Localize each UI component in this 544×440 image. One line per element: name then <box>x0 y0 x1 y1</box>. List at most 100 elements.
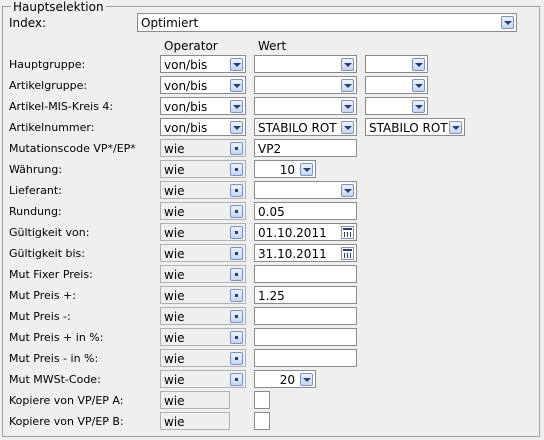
rundung-label: Rundung: <box>9 205 62 218</box>
mut-preis-plus-label: Mut Preis +: <box>9 289 76 302</box>
operator-value: wie <box>164 331 185 345</box>
hauptgruppe-to-select[interactable] <box>365 55 428 73</box>
chevron-down-icon[interactable] <box>449 121 462 134</box>
dot-button-icon[interactable] <box>230 331 243 344</box>
lieferant-label: Lieferant: <box>9 184 62 197</box>
mut-preis-plus-pct-input[interactable] <box>254 328 357 346</box>
dot-button-icon[interactable] <box>230 184 243 197</box>
artikel-mis-kreis-to-select[interactable] <box>365 97 428 115</box>
artikel-mis-kreis-operator-select[interactable]: von/bis <box>160 97 246 115</box>
operator-value: wie <box>164 205 185 219</box>
dot-button-icon[interactable] <box>230 205 243 218</box>
mutationscode-operator[interactable]: wie <box>160 139 246 157</box>
chevron-down-icon[interactable] <box>230 100 243 113</box>
chevron-down-icon[interactable] <box>501 16 514 29</box>
artikelnummer-from-select[interactable]: STABILO ROT <box>254 118 357 136</box>
artikelnummer-operator-select[interactable]: von/bis <box>160 118 246 136</box>
lieferant-operator[interactable]: wie <box>160 181 246 199</box>
chevron-down-icon[interactable] <box>412 58 425 71</box>
kopiere-a-checkbox[interactable] <box>254 391 270 409</box>
operator-value: wie <box>164 310 185 324</box>
dot-button-icon[interactable] <box>230 142 243 155</box>
index-label: Index: <box>9 16 47 30</box>
mut-fixer-preis-input[interactable] <box>254 265 357 283</box>
chevron-down-icon[interactable] <box>341 79 354 92</box>
mut-preis-plus-pct-operator[interactable]: wie <box>160 328 246 346</box>
rundung-input[interactable]: 0.05 <box>254 202 357 220</box>
waehrung-label: Währung: <box>9 163 63 176</box>
operator-value: wie <box>164 184 185 198</box>
input-value: 0.05 <box>258 205 285 219</box>
chevron-down-icon[interactable] <box>412 79 425 92</box>
mut-preis-plus-input[interactable]: 1.25 <box>254 286 357 304</box>
dot-button-icon[interactable] <box>230 352 243 365</box>
artikelgruppe-operator-select[interactable]: von/bis <box>160 76 246 94</box>
chevron-down-icon[interactable] <box>341 184 354 197</box>
operator-value: wie <box>164 163 185 177</box>
dot-button-icon[interactable] <box>230 268 243 281</box>
mut-preis-minus-operator[interactable]: wie <box>160 307 246 325</box>
mut-preis-minus-pct-input[interactable] <box>254 349 357 367</box>
chevron-down-icon[interactable] <box>230 79 243 92</box>
input-value: 1.25 <box>258 289 285 303</box>
chevron-down-icon[interactable] <box>341 100 354 113</box>
waehrung-operator[interactable]: wie <box>160 160 246 178</box>
hauptgruppe-from-select[interactable] <box>254 55 357 73</box>
mut-fixer-preis-operator[interactable]: wie <box>160 265 246 283</box>
operator-value: wie <box>164 415 185 429</box>
operator-value: von/bis <box>164 79 208 93</box>
mut-preis-minus-input[interactable] <box>254 307 357 325</box>
mutationscode-input[interactable]: VP2 <box>254 139 357 157</box>
rundung-operator[interactable]: wie <box>160 202 246 220</box>
artikelgruppe-to-select[interactable] <box>365 76 428 94</box>
gueltigkeit-bis-date-field[interactable]: 31.10.2011 <box>254 244 357 262</box>
chevron-down-icon[interactable] <box>341 121 354 134</box>
dot-button-icon[interactable] <box>230 310 243 323</box>
dot-button-icon[interactable] <box>230 226 243 239</box>
mut-preis-minus-pct-operator[interactable]: wie <box>160 349 246 367</box>
artikelgruppe-from-select[interactable] <box>254 76 357 94</box>
gueltigkeit-von-label: Gültigkeit von: <box>9 226 90 239</box>
operator-value: von/bis <box>164 58 208 72</box>
chevron-down-icon[interactable] <box>300 163 313 176</box>
operator-value: wie <box>164 289 185 303</box>
lieferant-select[interactable] <box>254 181 357 199</box>
operator-value: wie <box>164 226 185 240</box>
kopiere-b-checkbox[interactable] <box>254 412 270 430</box>
artikelgruppe-label: Artikelgruppe: <box>9 79 88 92</box>
operator-value: wie <box>164 268 185 282</box>
chevron-down-icon[interactable] <box>230 121 243 134</box>
operator-value: wie <box>164 142 185 156</box>
mut-mwst-code-operator[interactable]: wie <box>160 370 246 388</box>
dot-button-icon[interactable] <box>230 163 243 176</box>
operator-value: wie <box>164 394 185 408</box>
select-value: 20 <box>279 373 295 387</box>
dot-button-icon[interactable] <box>230 373 243 386</box>
waehrung-select[interactable]: 10 <box>254 160 316 178</box>
dot-button-icon[interactable] <box>230 247 243 260</box>
hauptgruppe-operator-select[interactable]: von/bis <box>160 55 246 73</box>
chevron-down-icon[interactable] <box>412 100 425 113</box>
chevron-down-icon[interactable] <box>341 58 354 71</box>
artikelnummer-label: Artikelnummer: <box>9 121 95 134</box>
mut-preis-plus-operator[interactable]: wie <box>160 286 246 304</box>
artikelnummer-to-select[interactable]: STABILO ROT <box>365 118 465 136</box>
mut-mwst-code-select[interactable]: 20 <box>254 370 316 388</box>
operator-value: wie <box>164 373 185 387</box>
gueltigkeit-von-operator[interactable]: wie <box>160 223 246 241</box>
gueltigkeit-von-date-field[interactable]: 01.10.2011 <box>254 223 357 241</box>
chevron-down-icon[interactable] <box>300 373 313 386</box>
calendar-icon[interactable] <box>341 247 354 260</box>
artikel-mis-kreis-from-select[interactable] <box>254 97 357 115</box>
operator-value: von/bis <box>164 121 208 135</box>
chevron-down-icon[interactable] <box>230 58 243 71</box>
date-value: 01.10.2011 <box>258 226 327 240</box>
operator-value: wie <box>164 247 185 261</box>
index-select[interactable]: Optimiert <box>137 13 517 32</box>
dot-button-icon[interactable] <box>230 289 243 302</box>
calendar-icon[interactable] <box>341 226 354 239</box>
kopiere-a-operator: wie <box>160 391 230 409</box>
gueltigkeit-bis-operator[interactable]: wie <box>160 244 246 262</box>
operator-value: von/bis <box>164 100 208 114</box>
artikel-mis-kreis-label: Artikel-MIS-Kreis 4: <box>9 100 114 113</box>
